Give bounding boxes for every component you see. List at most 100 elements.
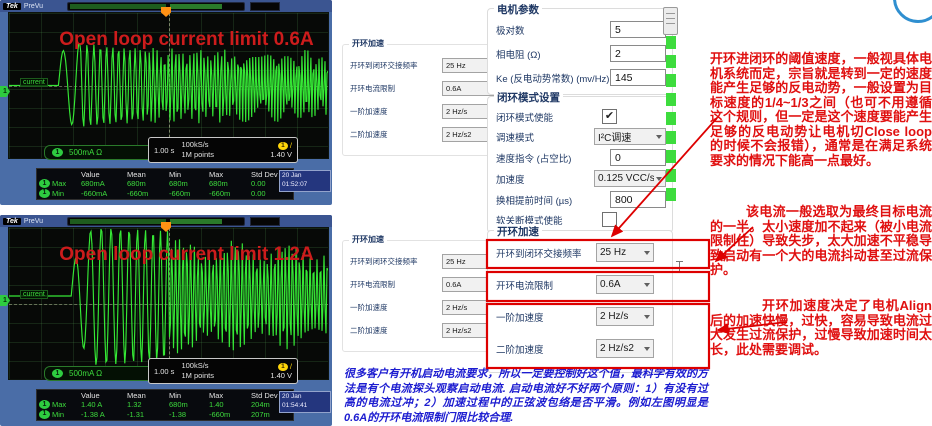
measurement-table: Value Mean Min Max Std Dev 1Max 680mA 68… [36, 168, 294, 200]
annotation-threshold-speed: 开环进闭环的阈值速度，一般视具体电机系统而定，宗旨就是转到一定的速度能产生足够的… [710, 52, 932, 168]
pole-pairs-input[interactable]: 5 [610, 21, 666, 38]
col-header: Max [209, 391, 251, 400]
record-length: 1M points [181, 371, 214, 381]
field-label: 开环到闭环交接频率 [350, 60, 442, 71]
speed-mode-select[interactable]: I²C调速 [594, 128, 666, 145]
channel-badge: 1 [52, 369, 63, 378]
record-length: 1M points [181, 150, 214, 160]
chevron-down-icon [644, 347, 650, 351]
vertical-scale-label: 500mA Ω [69, 369, 102, 378]
open-loop-accel-panel-top: 开环加速 开环到闭环交接频率 25 Hz 开环电流限制 0.6A 一阶加速度 2… [342, 44, 504, 156]
acquisition-preview-bar [67, 2, 245, 11]
sample-rate: 100kS/s [181, 140, 214, 150]
chevron-down-icon [656, 135, 662, 139]
trigger-level: 1.40 V [270, 150, 292, 159]
scope-time: 01:54:41 [282, 402, 328, 411]
field-label: 换相提前时间 (µs) [496, 193, 610, 207]
field-label: 相电阻 (Ω) [496, 47, 610, 61]
field-label: 开环到闭环交接频率 [496, 246, 596, 260]
commutation-advance-input[interactable]: 800 [610, 191, 666, 208]
scroll-handle[interactable] [663, 7, 678, 35]
scope-date: 20 Jan [282, 172, 328, 181]
field-label: 二阶加速度 [350, 325, 442, 336]
meas-value: -660mA [81, 189, 127, 198]
speed-command-input[interactable]: 0 [610, 149, 666, 166]
group-title: 开环加速 [494, 224, 542, 239]
col-header: Mean [127, 170, 169, 179]
soft-off-enable-checkbox[interactable] [602, 212, 617, 227]
col-header: Max [209, 170, 251, 179]
tek-logo: Tek [3, 3, 21, 10]
annotation-bottom-comment: 很多客户有开机启动电流要求，所以一定要控制好这个值，最科学有效的方法是有个电流探… [344, 367, 708, 425]
meas-mean: -1.31 [127, 410, 169, 419]
col-header: Value [81, 170, 127, 179]
channel-badge: 1 [52, 148, 63, 157]
measurement-table: Value Mean Min Max Std Dev 1Max 1.40 A 1… [36, 389, 294, 421]
acquisition-segment [170, 219, 222, 224]
second-order-accel-select[interactable]: 2 Hz/s2 [596, 339, 654, 358]
chevron-down-icon [656, 177, 662, 181]
acquisition-mode-label: PreVu [24, 218, 43, 225]
col-header: Min [169, 170, 209, 179]
acquisition-chip [250, 2, 280, 11]
trigger-slope-icon: / [290, 362, 292, 371]
acquisition-segment [70, 4, 166, 9]
closed-loop-enable-checkbox[interactable]: ✔ [602, 109, 617, 124]
oscilloscope-capture-1-2a: Tek PreVu Open loop current limit 1.2A c… [0, 215, 332, 426]
handoff-frequency-select[interactable]: 25 Hz [596, 243, 654, 262]
trigger-slope-icon: / [290, 141, 292, 150]
acquisition-chip [250, 217, 280, 226]
channel-name-tag: current [20, 290, 48, 299]
meas-value: 680mA [81, 179, 127, 188]
current-limit-select[interactable]: 0.6A [596, 275, 654, 294]
ke-constant-input[interactable]: 145 [610, 69, 666, 86]
meas-min: -660m [169, 189, 209, 198]
field-label: 开环电流限制 [350, 279, 442, 290]
meas-min: 680m [169, 400, 209, 409]
timebase-readout: 1.00 s 100kS/s 1M points 1 / 1.40 V [148, 358, 298, 384]
trigger-level: 1.40 V [270, 371, 292, 380]
field-label: 开环电流限制 [350, 83, 442, 94]
timebase-value: 1.00 s [154, 367, 174, 376]
scope-date: 20 Jan [282, 393, 328, 402]
closed-loop-settings-group: 闭环模式设置 闭环模式使能 ✔ 调速模式 I²C调速 速度指令 (占空比) 0 … [487, 96, 673, 233]
sample-rate: 100kS/s [181, 361, 214, 371]
meas-mean: 680m [127, 179, 169, 188]
field-label: 一阶加速度 [350, 302, 442, 313]
col-header: Value [81, 391, 127, 400]
meas-max: -660m [209, 189, 251, 198]
meas-max: 1.40 [209, 400, 251, 409]
chevron-down-icon [644, 315, 650, 319]
group-title: 电机参数 [494, 2, 542, 17]
group-title: 闭环模式设置 [494, 90, 563, 105]
acquisition-segment [170, 4, 222, 9]
field-label: 开环电流限制 [496, 278, 596, 292]
meas-min: 680m [169, 179, 209, 188]
field-label: 一阶加速度 [350, 106, 442, 117]
meas-row-label: 1Min [39, 189, 81, 198]
field-label: 一阶加速度 [496, 310, 596, 324]
page: Tek PreVu Open loop current limit 0.6A c… [0, 0, 932, 426]
oscilloscope-capture-0-6a: Tek PreVu Open loop current limit 0.6A c… [0, 0, 332, 205]
vertical-scale-label: 500mA Ω [69, 148, 102, 157]
scope-annotation-title: Open loop current limit 0.6A [49, 29, 324, 51]
green-dashed-scrollbar[interactable] [666, 36, 676, 206]
meas-row-label: 1Min [39, 410, 81, 419]
acquisition-segment [70, 219, 166, 224]
scope-annotation-title: Open loop current limit 1.2A [49, 244, 324, 266]
field-label: 二阶加速度 [350, 129, 442, 140]
phase-resistance-input[interactable]: 2 [610, 45, 666, 62]
open-loop-accel-group: 开环加速 开环到闭环交接频率 25 Hz 开环电流限制 0.6A 一阶加速度 2… [487, 230, 673, 373]
field-label: 闭环模式使能 [496, 110, 602, 124]
acceleration-select[interactable]: 0.125 VCC/s [594, 170, 666, 187]
meas-max: -660m [209, 410, 251, 419]
field-label: 调速模式 [496, 130, 594, 144]
annotation-acceleration: 开环加速度决定了电机Align后的加速快慢，过快，容易导致电流过大发生过流保护，… [710, 299, 932, 357]
meas-row-label: 1Max [39, 179, 81, 188]
text-cursor-icon [676, 261, 683, 273]
group-title: 开环加速 [349, 38, 387, 49]
open-loop-accel-panel-bottom: 开环加速 开环到闭环交接频率 25 Hz 开环电流限制 0.6A 一阶加速度 2… [342, 240, 504, 352]
motor-parameters-group: 电机参数 极对数 5 相电阻 (Ω) 2 Ke (反电动势常数) (mv/Hz)… [487, 8, 673, 95]
first-order-accel-select[interactable]: 2 Hz/s [596, 307, 654, 326]
datetime-box: 20 Jan 01:52:07 [279, 170, 331, 192]
